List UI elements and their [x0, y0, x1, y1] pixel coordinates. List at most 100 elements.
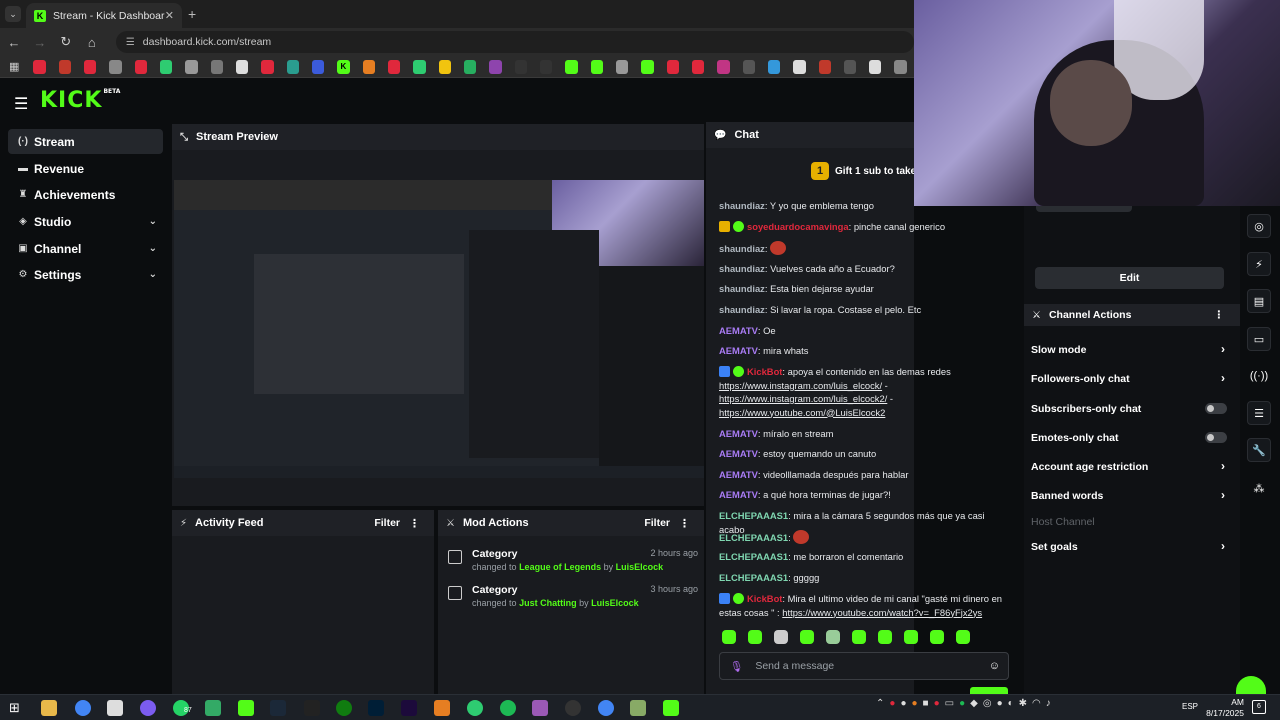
bookmark-icon[interactable] [210, 59, 223, 74]
tray-app-icon[interactable]: ◎ [983, 698, 992, 709]
tab-search-icon[interactable]: ⌄ [5, 6, 21, 22]
bookmark-icon[interactable] [311, 59, 325, 74]
tray-app-icon[interactable]: ◆ [970, 698, 978, 709]
site-info-icon[interactable]: ☰ [126, 37, 135, 48]
chat-username[interactable]: shaundiaz [719, 304, 765, 315]
wifi-icon[interactable]: ◠ [1032, 698, 1041, 709]
edit-button[interactable]: Edit [1035, 267, 1224, 289]
chat-username[interactable]: AEMATV [719, 469, 758, 480]
category-link[interactable]: League of Legends [519, 562, 601, 572]
obs-icon[interactable] [565, 700, 581, 716]
bookmark-icon[interactable] [565, 59, 578, 74]
app-icon[interactable] [630, 700, 646, 716]
bookmark-icon[interactable] [869, 59, 882, 74]
emote-icon[interactable] [826, 630, 840, 644]
activity-filter-button[interactable]: Filter [374, 517, 400, 529]
discord-icon[interactable] [140, 700, 156, 716]
subscribers-only-toggle[interactable] [1205, 403, 1227, 414]
mod-filter-button[interactable]: Filter [644, 517, 670, 529]
emote-icon[interactable] [878, 630, 892, 644]
chat-username[interactable]: shaundiaz [719, 243, 765, 254]
bookmark-icon[interactable] [691, 59, 705, 74]
steam-icon[interactable] [270, 700, 286, 716]
photoshop-icon[interactable] [368, 700, 384, 716]
apps-icon[interactable]: ▦ [8, 60, 20, 74]
bookmark-icon[interactable] [185, 59, 198, 74]
bookmark-icon[interactable] [463, 59, 477, 74]
tray-app-icon[interactable]: ◐ [1008, 698, 1014, 709]
slow-mode-option[interactable]: Slow mode › [1031, 342, 1227, 356]
wrench-icon[interactable]: 🔧 [1247, 438, 1271, 462]
emoji-picker-icon[interactable]: ☺ [989, 660, 1000, 672]
sidebar-item-channel[interactable]: ▣ Channel ⌄ [8, 236, 163, 261]
chat-username[interactable]: ELCHEPAAAS1 [719, 510, 788, 521]
account-age-option[interactable]: Account age restriction › [1031, 459, 1227, 473]
tray-app-icon[interactable]: ● [997, 698, 1003, 709]
bookmark-icon[interactable] [109, 59, 122, 74]
tray-app-icon[interactable]: ■ [923, 698, 929, 709]
bookmark-icon[interactable] [83, 59, 97, 74]
more-options-icon[interactable]: ⋮ [1214, 309, 1225, 321]
bookmark-icon[interactable] [235, 59, 249, 74]
tray-app-icon[interactable]: ▭ [945, 698, 954, 709]
more-options-icon[interactable]: ⋮ [679, 517, 690, 530]
chat-message-input[interactable]: 🎙 Send a message ☺ [719, 652, 1009, 680]
chat-username[interactable]: AEMATV [719, 489, 758, 500]
volume-icon[interactable]: ♪ [1046, 698, 1051, 709]
sidebar-item-settings[interactable]: ⚙ Settings ⌄ [8, 262, 163, 287]
more-options-icon[interactable]: ⋮ [409, 517, 420, 530]
bookmark-youtube-icon[interactable] [261, 59, 274, 74]
document-icon[interactable]: ▤ [1247, 289, 1271, 313]
chat-username[interactable]: shaundiaz [719, 283, 765, 294]
emote-icon[interactable] [774, 630, 788, 644]
bookmark-icon[interactable] [818, 59, 831, 74]
tray-app-icon[interactable]: ● [911, 698, 917, 709]
bookmark-icon[interactable] [286, 59, 299, 74]
bookmark-icon[interactable] [666, 59, 679, 74]
server-icon[interactable]: ☰ [1247, 401, 1271, 425]
chat-username[interactable]: AEMATV [719, 448, 758, 459]
chat-username[interactable]: soyeduardocamavinga [747, 221, 849, 232]
chevron-up-icon[interactable]: ⌃ [876, 698, 884, 709]
emote-icon[interactable] [930, 630, 944, 644]
bookmark-kick-icon[interactable]: K [337, 59, 350, 74]
bookmark-icon[interactable] [767, 59, 781, 74]
chat-username[interactable]: AEMATV [719, 345, 758, 356]
kick-logo[interactable]: KICKBETA [40, 88, 120, 113]
chrome-icon[interactable] [598, 700, 614, 716]
bookmark-icon[interactable] [159, 59, 173, 74]
epic-games-icon[interactable] [304, 700, 320, 716]
chat-username[interactable]: KickBot [747, 366, 782, 377]
app-icon[interactable] [205, 700, 221, 716]
file-explorer-icon[interactable] [41, 700, 57, 716]
chat-username[interactable]: AEMATV [719, 428, 758, 439]
bookmark-icon[interactable] [894, 59, 907, 74]
bookmark-instagram-icon[interactable] [717, 59, 730, 74]
browser-tab-kick-dashboard[interactable]: K Stream - Kick Dashboard ✕ [26, 3, 182, 28]
stream-preview-video[interactable] [174, 180, 704, 478]
chat-username[interactable]: KickBot [747, 593, 782, 604]
premiere-icon[interactable] [401, 700, 417, 716]
chat-link[interactable]: https://www.instagram.com/luis_elcock2/ [719, 393, 887, 404]
close-tab-icon[interactable]: ✕ [165, 9, 174, 22]
app-icon[interactable] [532, 700, 548, 716]
windows-start-icon[interactable]: ⊞ [9, 700, 25, 716]
tray-app-icon[interactable]: ● [934, 698, 940, 709]
notification-center-icon[interactable]: 6 [1252, 700, 1266, 714]
user-link[interactable]: LuisElcock [591, 598, 639, 608]
chat-link[interactable]: https://www.instagram.com/luis_elcock/ [719, 380, 882, 391]
xbox-icon[interactable] [336, 700, 352, 716]
kick-app-icon[interactable] [663, 700, 679, 716]
chat-username[interactable]: ELCHEPAAAS1 [719, 572, 788, 583]
bookmark-icon[interactable] [590, 59, 603, 74]
bookmark-icon[interactable] [362, 59, 375, 74]
chat-username[interactable]: AEMATV [719, 325, 758, 336]
followers-only-option[interactable]: Followers-only chat › [1031, 371, 1227, 385]
broadcast-icon[interactable]: ((·)) [1247, 364, 1271, 388]
app-icon[interactable] [467, 700, 483, 716]
user-link[interactable]: LuisElcock [616, 562, 664, 572]
bookmark-pinterest-icon[interactable] [387, 59, 401, 74]
emote-icon[interactable] [956, 630, 970, 644]
tray-app-icon[interactable]: ● [959, 698, 965, 709]
emotes-only-toggle[interactable] [1205, 432, 1227, 443]
